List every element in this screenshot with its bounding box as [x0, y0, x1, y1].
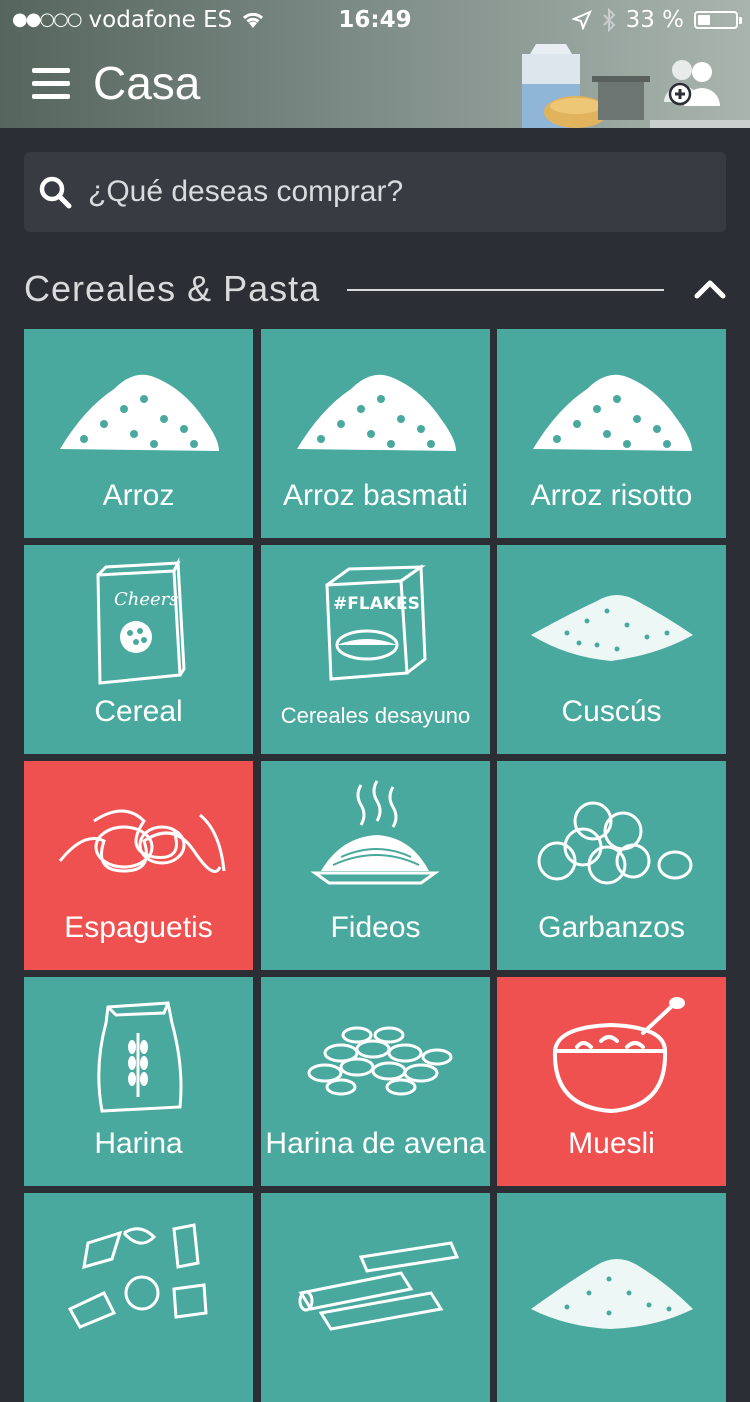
add-user-icon[interactable] [660, 56, 722, 108]
bowl-spoon-icon [552, 997, 685, 1114]
hamburger-line [32, 94, 70, 99]
hamburger-line [32, 81, 70, 86]
product-name: Espaguetis [64, 911, 213, 944]
status-bar: ●●○○○ vodafone ES 16:49 33 % [0, 0, 750, 40]
rice-pile-icon [533, 374, 692, 451]
product-tile[interactable]: Harina [24, 977, 253, 1186]
product-name: Muesli [568, 1127, 655, 1160]
product-tile[interactable]: #FLAKES Cereales desayuno [261, 545, 490, 754]
product-tile[interactable]: Arroz [24, 329, 253, 538]
product-name: Cuscús [561, 695, 662, 728]
flour-bag-icon [97, 1001, 183, 1113]
flakes-box-icon: #FLAKES [325, 564, 427, 681]
product-tile[interactable] [261, 1193, 490, 1402]
chickpeas-icon [537, 801, 693, 885]
category-header: Cereales & Pasta [24, 262, 726, 318]
search-bar[interactable] [24, 152, 726, 232]
battery-icon [694, 11, 742, 29]
oat-flakes-icon [307, 1026, 453, 1096]
product-tile[interactable]: Harina de avena [261, 977, 490, 1186]
rice-pile-icon [60, 374, 219, 451]
rice-pile-icon [297, 374, 456, 451]
svg-text:Cheers: Cheers [114, 589, 179, 610]
product-tile[interactable]: Arroz basmati [261, 329, 490, 538]
product-tile[interactable]: Arroz risotto [497, 329, 726, 538]
product-tile[interactable]: Muesli [497, 977, 726, 1186]
page-title: Casa [93, 57, 201, 109]
section-divider [347, 289, 664, 291]
chevron-up-icon[interactable] [694, 274, 726, 304]
couscous-pile-icon [531, 595, 693, 661]
product-name: Arroz basmati [282, 479, 469, 512]
noodle-plate-icon [310, 780, 440, 885]
penne-icon [298, 1241, 460, 1331]
product-tile[interactable]: Espaguetis [24, 761, 253, 970]
product-name: Cereal [94, 695, 183, 728]
pasta-shapes-icon [67, 1223, 208, 1329]
bluetooth-icon [602, 8, 615, 32]
menu-button[interactable] [32, 68, 70, 100]
product-name: Fideos [330, 911, 421, 944]
search-icon [39, 176, 72, 209]
location-arrow-icon [571, 10, 592, 30]
product-tile[interactable]: Cheers Cereal [24, 545, 253, 754]
cereal-box-icon: Cheers [96, 557, 186, 685]
product-tile[interactable] [497, 1193, 726, 1402]
category-title: Cereales & Pasta [24, 268, 321, 309]
product-name: Arroz risotto [530, 479, 693, 512]
grain-pile-icon [531, 1259, 693, 1329]
product-tile[interactable] [24, 1193, 253, 1402]
search-input[interactable] [86, 174, 690, 210]
svg-text:#FLAKES: #FLAKES [333, 594, 420, 614]
spaghetti-icon [58, 809, 226, 873]
product-name: Garbanzos [538, 911, 685, 944]
product-tile[interactable]: Garbanzos [497, 761, 726, 970]
product-tile[interactable]: Cuscús [497, 545, 726, 754]
product-name: Harina [94, 1127, 183, 1160]
app-header: ●●○○○ vodafone ES 16:49 33 % Casa [0, 0, 750, 128]
product-tile[interactable]: Fideos [261, 761, 490, 970]
hamburger-icon [32, 68, 70, 73]
product-name: Arroz [102, 479, 175, 512]
product-name: Harina de avena [265, 1127, 486, 1160]
product-name: Cereales desayuno [280, 703, 471, 728]
battery-percent: 33 % [625, 7, 684, 33]
